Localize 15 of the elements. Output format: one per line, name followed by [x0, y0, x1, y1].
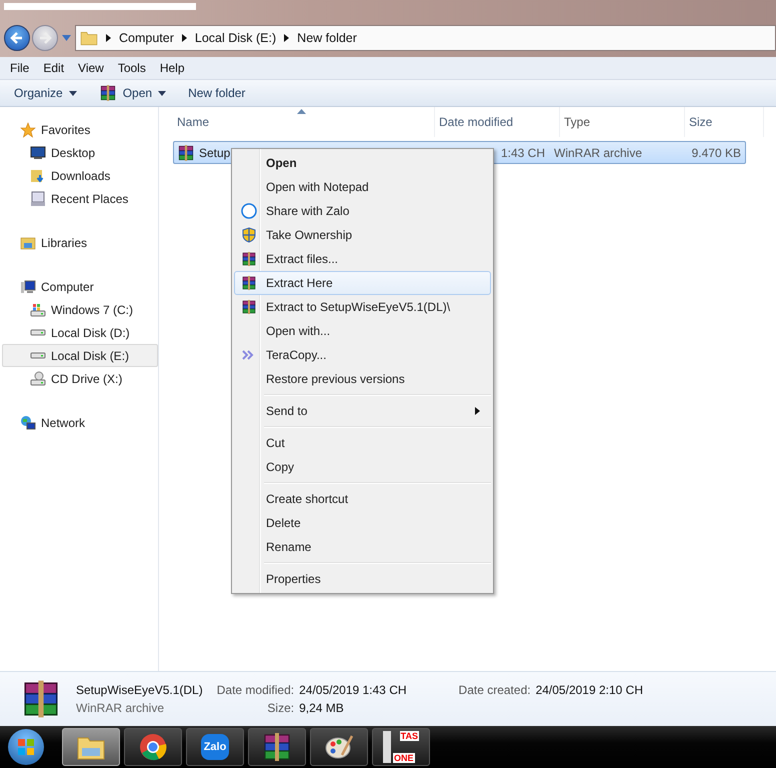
logo: Zalo — [200, 734, 230, 760]
detail-label: Date created: — [458, 683, 531, 697]
file-type: WinRAR archive — [76, 701, 166, 715]
date-cell: 1:43 CH — [500, 146, 545, 160]
logo-text: ONE — [393, 753, 415, 763]
file-name: Setup — [199, 146, 230, 160]
detail-value: 24/05/2019 2:10 CH — [536, 683, 643, 697]
detail-value: 24/05/2019 1:43 CH — [299, 683, 407, 697]
size-cell: 9.470 KB — [692, 146, 741, 160]
logo-text: TAS — [400, 731, 419, 741]
detail-value: 9,24 MB — [299, 701, 345, 715]
detail-label: Date modified: — [216, 683, 294, 697]
file-name: SetupWiseEyeV5.1(DL) — [76, 683, 203, 697]
detail-label: Size: — [266, 701, 294, 715]
type-cell: WinRAR archive — [554, 146, 642, 160]
